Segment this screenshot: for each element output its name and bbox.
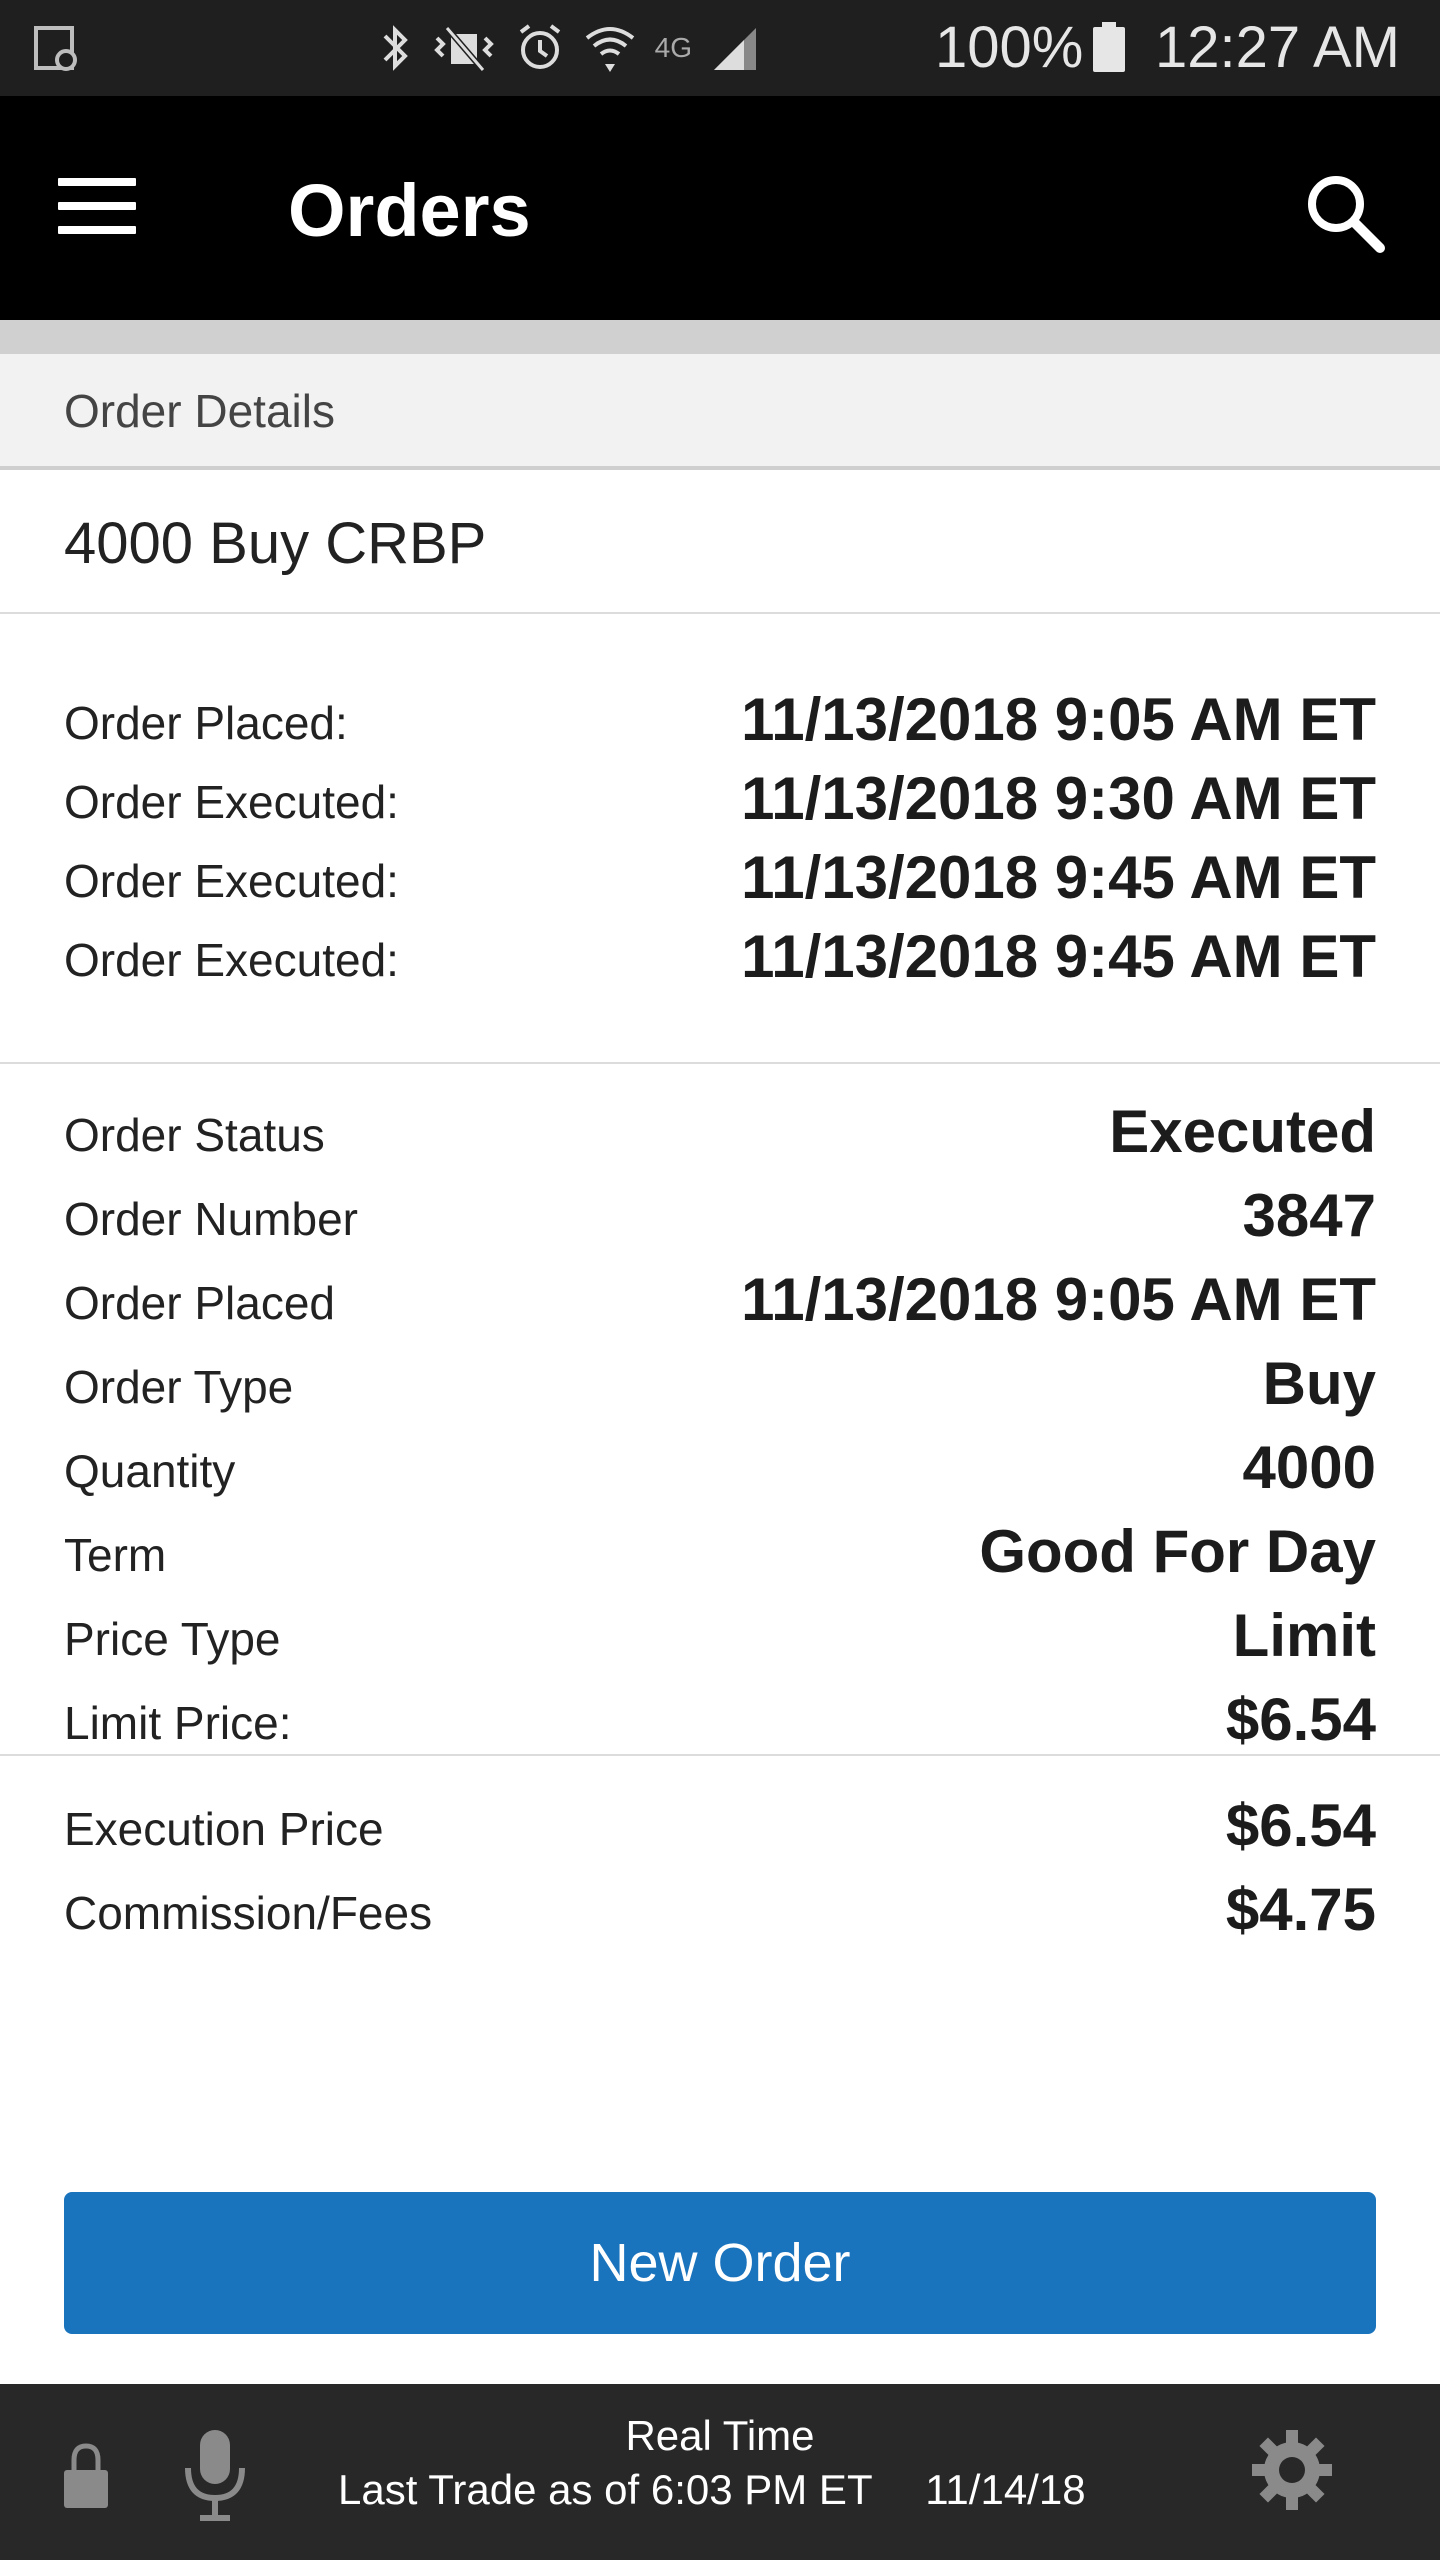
last-trade-date: 11/14/18 — [925, 2466, 1086, 2513]
vibrate-icon — [433, 26, 494, 72]
detail-label: Price Type — [64, 1613, 281, 1665]
alarm-icon — [519, 24, 560, 69]
event-row: Order Executed: 11/13/2018 9:45 AM ET — [64, 917, 1376, 995]
detail-row: Quantity 4000 — [64, 1428, 1376, 1506]
event-value: 11/13/2018 9:45 AM ET — [741, 923, 1376, 990]
event-label: Order Placed: — [64, 697, 348, 749]
detail-label: Order Status — [64, 1109, 325, 1161]
event-label: Order Executed: — [64, 855, 399, 907]
detail-label: Limit Price: — [64, 1697, 292, 1749]
section-header-label: Order Details — [64, 385, 335, 437]
execution-value: $4.75 — [1225, 1876, 1376, 1943]
settings-gear-icon[interactable] — [1250, 2428, 1334, 2512]
execution-value: $6.54 — [1225, 1792, 1376, 1859]
detail-row: Term Good For Day — [64, 1512, 1376, 1590]
execution-label: Execution Price — [64, 1803, 384, 1855]
app-bar: Orders — [0, 96, 1440, 320]
execution-row: Execution Price $6.54 — [64, 1786, 1376, 1864]
detail-value: Good For Day — [979, 1518, 1376, 1585]
search-icon[interactable] — [1300, 168, 1390, 258]
battery-icon — [1093, 22, 1125, 72]
detail-row: Order Number 3847 — [64, 1176, 1376, 1254]
detail-row: Order Type Buy — [64, 1344, 1376, 1422]
detail-row: Order Status Executed — [64, 1092, 1376, 1170]
detail-value: Executed — [1109, 1098, 1376, 1165]
detail-value: 4000 — [1242, 1434, 1376, 1501]
network-type-label: 4G — [654, 32, 692, 63]
detail-label: Term — [64, 1529, 167, 1581]
event-row: Order Executed: 11/13/2018 9:30 AM ET — [64, 759, 1376, 837]
event-value: 11/13/2018 9:45 AM ET — [741, 844, 1376, 911]
detail-value: Buy — [1262, 1350, 1376, 1417]
hamburger-menu-icon[interactable] — [58, 178, 136, 238]
status-icons: 4G — [377, 18, 760, 78]
detail-value: $6.54 — [1225, 1686, 1376, 1753]
detail-row: Limit Price: $6.54 — [64, 1680, 1376, 1758]
footer-bar: Real Time Last Trade as of 6:03 PM ET 11… — [0, 2384, 1440, 2560]
new-order-button[interactable]: New Order — [64, 2192, 1376, 2334]
detail-value: Limit — [1232, 1602, 1376, 1669]
divider — [0, 1062, 1440, 1064]
event-label: Order Executed: — [64, 934, 399, 986]
last-trade-label: Last Trade as of 6:03 PM ET — [338, 2466, 872, 2513]
detail-value: 3847 — [1242, 1182, 1376, 1249]
event-row: Order Placed: 11/13/2018 9:05 AM ET — [64, 680, 1376, 758]
divider — [0, 612, 1440, 614]
detail-label: Order Placed — [64, 1277, 336, 1329]
execution-label: Commission/Fees — [64, 1887, 433, 1939]
execution-row: Commission/Fees $4.75 — [64, 1870, 1376, 1948]
screen-record-icon — [34, 26, 77, 71]
bluetooth-icon — [383, 25, 408, 71]
detail-value: 11/13/2018 9:05 AM ET — [741, 1266, 1376, 1333]
page-title: Orders — [288, 169, 531, 252]
detail-label: Order Number — [64, 1193, 358, 1245]
detail-label: Quantity — [64, 1445, 236, 1497]
event-row: Order Executed: 11/13/2018 9:45 AM ET — [64, 838, 1376, 916]
wifi-icon — [585, 27, 634, 72]
detail-label: Order Type — [64, 1361, 294, 1413]
divider-bar — [0, 320, 1440, 354]
detail-row: Price Type Limit — [64, 1596, 1376, 1674]
signal-icon — [714, 28, 756, 70]
last-trade-info: Last Trade as of 6:03 PM ET 11/14/18 — [338, 2466, 1086, 2514]
section-header: Order Details — [0, 354, 1440, 470]
event-value: 11/13/2018 9:30 AM ET — [741, 765, 1376, 832]
detail-row: Order Placed 11/13/2018 9:05 AM ET — [64, 1260, 1376, 1338]
divider — [0, 1754, 1440, 1756]
order-summary: 4000 Buy CRBP — [64, 511, 487, 576]
event-value: 11/13/2018 9:05 AM ET — [741, 686, 1376, 753]
battery-percent: 100% — [935, 15, 1084, 80]
status-bar: 4G 100% 12:27 AM — [0, 0, 1440, 96]
event-label: Order Executed: — [64, 776, 399, 828]
status-time: 12:27 AM — [1154, 15, 1400, 80]
real-time-label: Real Time — [625, 2412, 815, 2459]
